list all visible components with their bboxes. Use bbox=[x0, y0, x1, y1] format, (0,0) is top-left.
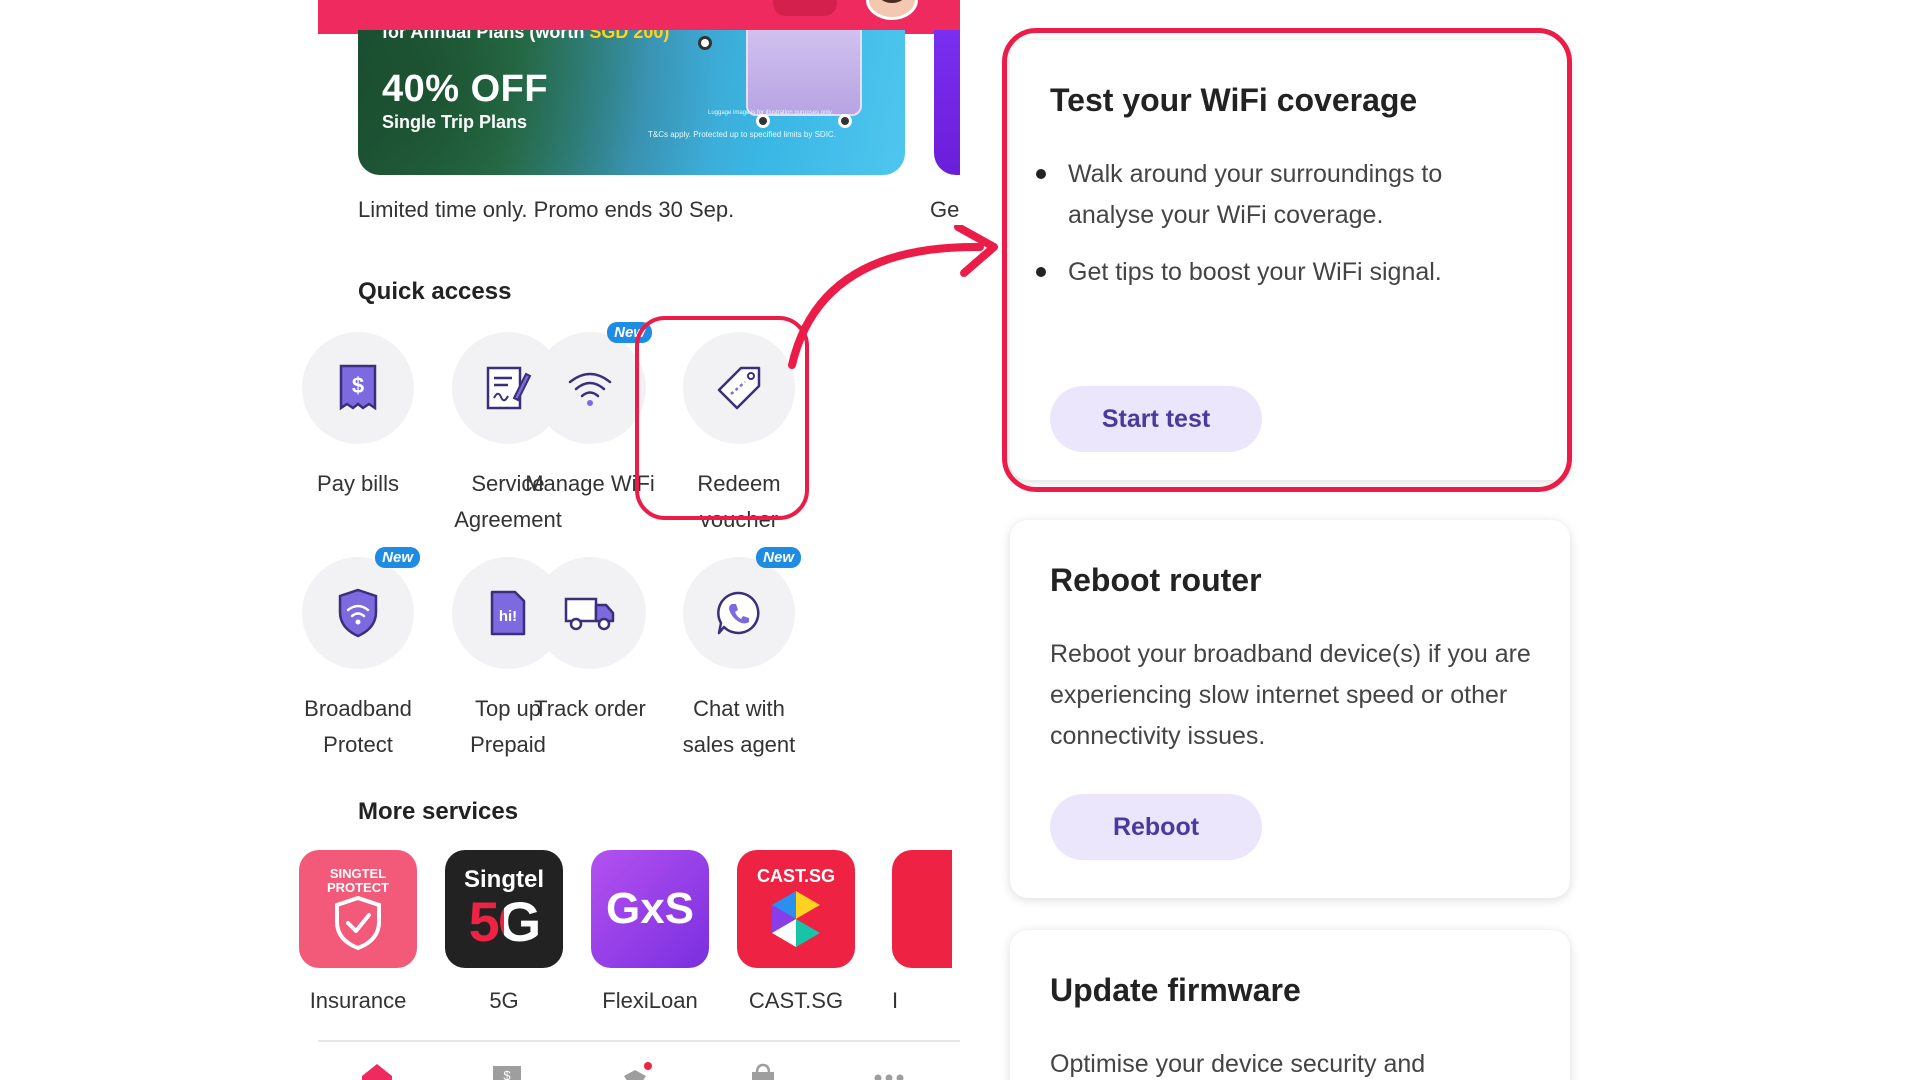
bills-nav-icon[interactable]: $ bbox=[490, 1062, 524, 1080]
phone-chat-icon bbox=[717, 591, 760, 635]
rewards-nav-icon[interactable] bbox=[618, 1062, 652, 1080]
card-description: Reboot your broadband device(s) if you a… bbox=[1050, 640, 1531, 750]
delivery-truck-icon bbox=[564, 597, 615, 631]
service-cast-sg[interactable]: CAST.SG CAST.SG bbox=[723, 850, 869, 1014]
singtel-5g-logo: Singtel 5G bbox=[445, 850, 563, 968]
service-label: 5G bbox=[489, 988, 519, 1013]
service-insurance[interactable]: SINGTEL PROTECT Insurance bbox=[285, 850, 431, 1014]
quick-access-label: Track order bbox=[534, 696, 646, 721]
service-label: CAST.SG bbox=[748, 988, 844, 1013]
more-nav-icon[interactable] bbox=[872, 1062, 906, 1080]
pay-bills-icon-circle: $ bbox=[302, 332, 414, 444]
reboot-button[interactable]: Reboot bbox=[1050, 794, 1262, 860]
singtel-protect-logo: SINGTEL PROTECT bbox=[299, 850, 417, 968]
service-flexiloan[interactable]: GxS FlexiLoan bbox=[577, 850, 723, 1014]
chat-sales-agent-icon-circle: New bbox=[683, 547, 801, 669]
shield-check-icon bbox=[335, 895, 381, 951]
wifi-icon bbox=[568, 372, 612, 406]
quick-access-track-order[interactable]: Track order bbox=[515, 557, 665, 727]
home-icon[interactable] bbox=[360, 1062, 394, 1080]
quick-access-pay-bills[interactable]: $ Pay bills bbox=[283, 332, 433, 502]
wifi-shield-icon bbox=[338, 588, 378, 638]
bottom-navigation: $ bbox=[318, 1040, 960, 1080]
quick-access-label: Broadband Protect bbox=[304, 696, 412, 757]
service-5g[interactable]: Singtel 5G 5G bbox=[431, 850, 577, 1014]
update-firmware-card: Update firmware Optimise your device sec… bbox=[1010, 930, 1570, 1080]
manage-wifi-icon-circle: New bbox=[534, 322, 652, 444]
more-services-title: More services bbox=[358, 798, 519, 825]
callout-arrow bbox=[788, 225, 998, 369]
card-description: Optimise your device security and bbox=[1050, 1050, 1426, 1078]
quick-access-broadband-protect[interactable]: New Broadband Protect bbox=[283, 547, 433, 763]
new-badge: New bbox=[375, 547, 420, 568]
quick-access-final: $ Pay bills Service Agreement New Manage… bbox=[299, 0, 960, 1080]
service-partial[interactable]: I bbox=[878, 850, 952, 1014]
bill-icon: $ bbox=[339, 364, 377, 411]
cast-sg-hex-icon bbox=[772, 891, 820, 947]
card-title: Update firmware bbox=[1050, 972, 1301, 1008]
svg-text:$: $ bbox=[352, 373, 364, 398]
cast-sg-logo: CAST.SG bbox=[737, 850, 855, 968]
wifi-coverage-highlight bbox=[1002, 28, 1572, 492]
service-label: FlexiLoan bbox=[602, 988, 698, 1013]
service-label: I bbox=[892, 988, 899, 1013]
reboot-router-card: Reboot router Reboot your broadband devi… bbox=[1010, 520, 1570, 898]
service-label: Insurance bbox=[309, 988, 407, 1013]
quick-access-label: Chat with sales agent bbox=[682, 696, 796, 757]
partial-service-logo bbox=[892, 850, 952, 968]
svg-text:$: $ bbox=[503, 1068, 511, 1080]
card-title: Reboot router bbox=[1050, 562, 1262, 598]
new-badge: New bbox=[756, 547, 801, 568]
broadband-protect-icon-circle: New bbox=[302, 547, 420, 669]
track-order-icon-circle bbox=[534, 557, 646, 669]
gxs-logo: GxS bbox=[591, 850, 709, 968]
shop-nav-icon[interactable] bbox=[746, 1062, 780, 1080]
quick-access-label: Pay bills bbox=[317, 471, 399, 496]
quick-access-chat-sales-agent[interactable]: New Chat with sales agent bbox=[664, 547, 814, 763]
